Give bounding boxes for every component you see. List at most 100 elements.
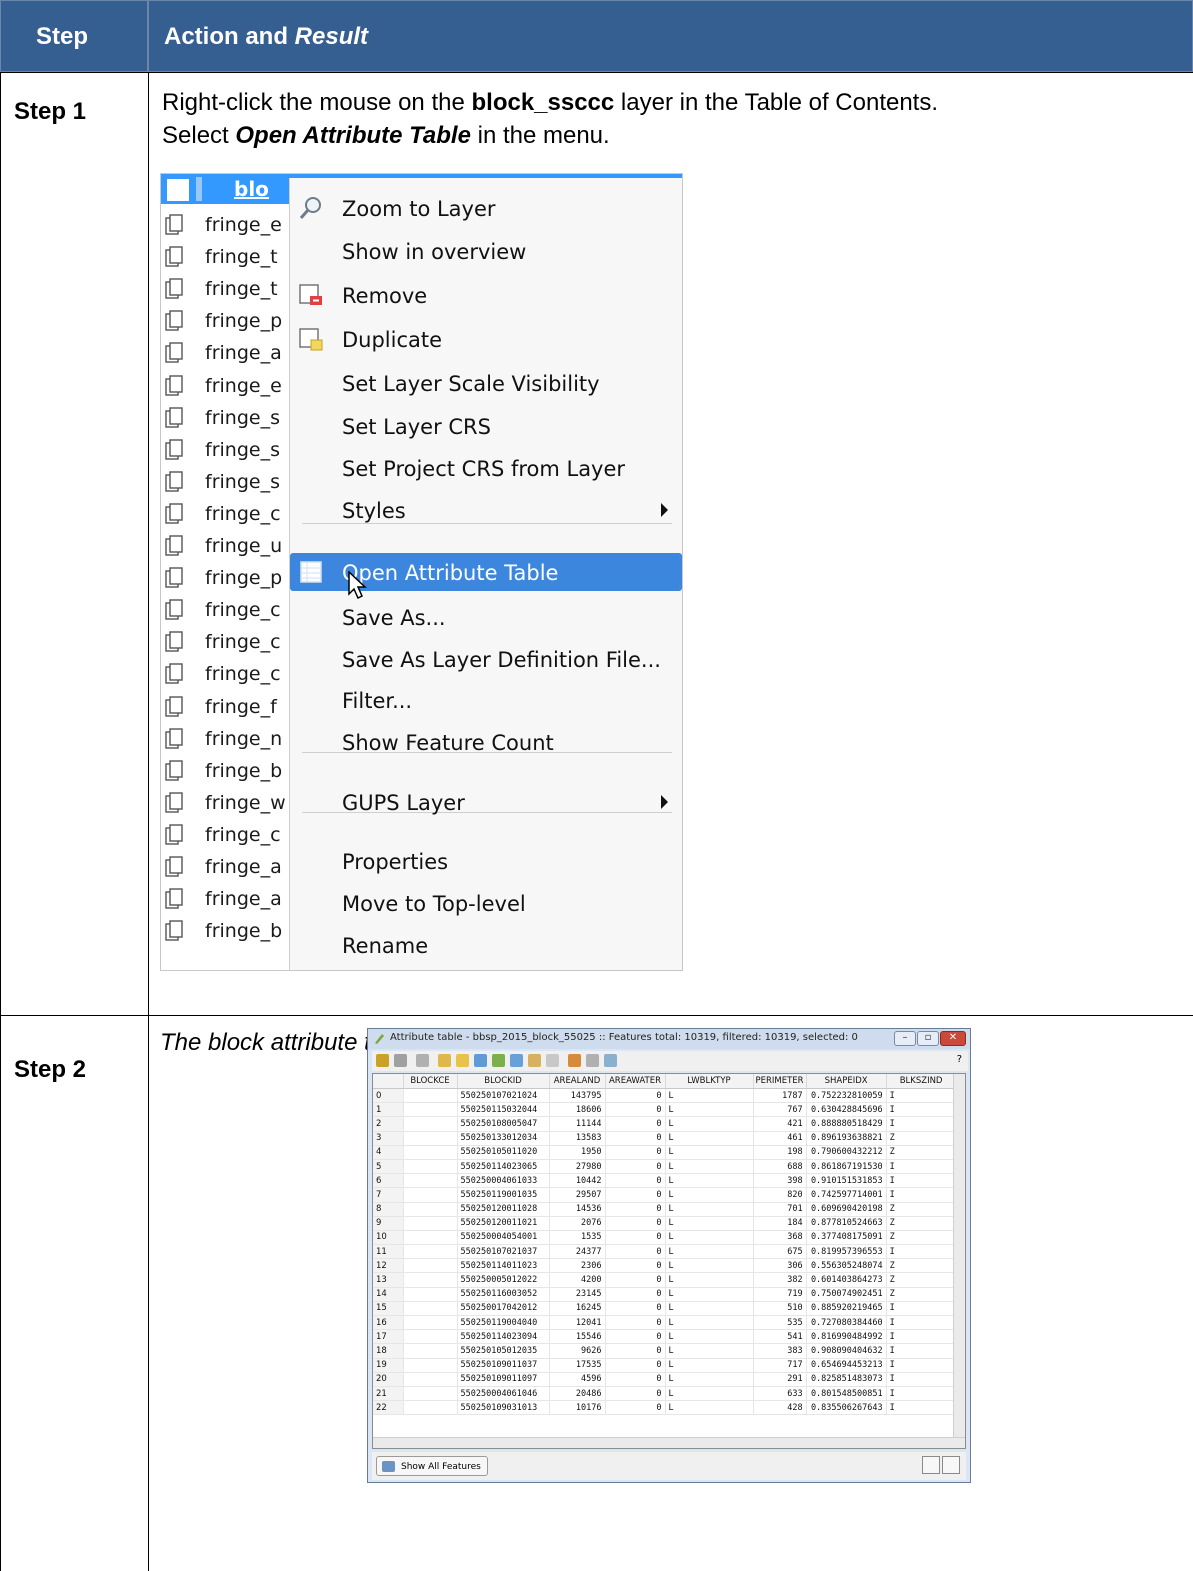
toc-layer-item[interactable]: fringe_t bbox=[161, 274, 291, 306]
menu-item-duplicate[interactable]: Duplicate bbox=[290, 320, 682, 358]
row-index[interactable]: 15 bbox=[373, 1301, 404, 1317]
toc-layer-item[interactable]: fringe_f bbox=[161, 692, 291, 724]
menu-item-open-attribute-table[interactable]: Open Attribute Table bbox=[290, 553, 682, 600]
toc-layer-item[interactable]: fringe_a bbox=[161, 852, 291, 884]
table-row[interactable]: 5 550250114023065 27980 0 L 688 0.861867191530… bbox=[373, 1159, 957, 1175]
move-selection-top-icon[interactable] bbox=[492, 1054, 505, 1067]
row-index[interactable]: 20 bbox=[373, 1372, 404, 1387]
row-index[interactable]: 13 bbox=[373, 1272, 404, 1288]
row-index[interactable]: 3 bbox=[373, 1131, 404, 1146]
table-row[interactable]: 6 550250004061033 10442 0 L 398 0.910151531853… bbox=[373, 1173, 957, 1189]
row-index[interactable]: 9 bbox=[373, 1216, 404, 1231]
toc-layer-item[interactable]: fringe_t bbox=[161, 242, 291, 274]
menu-item-styles[interactable]: Styles bbox=[290, 491, 682, 529]
toc-layer-item[interactable]: fringe_c bbox=[161, 627, 291, 659]
menu-item-save-as[interactable]: Save As... bbox=[290, 598, 682, 636]
table-row[interactable]: 20 550250109011097 4596 0 L 291 0.825851483073… bbox=[373, 1372, 957, 1387]
show-all-features-button[interactable]: Show All Features bbox=[376, 1456, 488, 1476]
horizontal-scrollbar[interactable] bbox=[373, 1437, 965, 1448]
menu-item-rename[interactable]: Rename bbox=[290, 926, 682, 964]
form-view-button[interactable] bbox=[942, 1456, 960, 1474]
toc-layer-item[interactable]: fringe_c bbox=[161, 820, 291, 852]
toc-layer-item[interactable]: fringe_e bbox=[161, 210, 291, 242]
delete-selected-icon[interactable] bbox=[416, 1054, 429, 1067]
row-index[interactable]: 4 bbox=[373, 1145, 404, 1160]
row-index[interactable]: 17 bbox=[373, 1329, 404, 1345]
select-expression-icon[interactable] bbox=[438, 1054, 451, 1067]
row-index[interactable]: 21 bbox=[373, 1386, 404, 1402]
row-index[interactable]: 18 bbox=[373, 1343, 404, 1359]
column-header[interactable]: BLKSZIND bbox=[886, 1074, 957, 1089]
table-row[interactable]: 11 550250107021037 24377 0 L 675 0.81995739655… bbox=[373, 1244, 957, 1260]
table-row[interactable]: 17 550250114023094 15546 0 L 541 0.81699048499… bbox=[373, 1329, 957, 1345]
row-index[interactable]: 16 bbox=[373, 1315, 404, 1331]
menu-item-gups-layer[interactable]: GUPS Layer bbox=[290, 783, 682, 821]
table-row[interactable]: 14 550250116003052 23145 0 L 719 0.75007490245… bbox=[373, 1287, 957, 1302]
toc-layer-item[interactable]: fringe_n bbox=[161, 724, 291, 756]
help-label[interactable]: ? bbox=[957, 1054, 962, 1065]
toc-layer-item[interactable]: fringe_b bbox=[161, 916, 291, 948]
toc-layer-item[interactable]: fringe_e bbox=[161, 371, 291, 403]
menu-item-zoom-to-layer[interactable]: Zoom to Layer bbox=[290, 189, 682, 227]
row-index[interactable]: 14 bbox=[373, 1287, 404, 1302]
row-index[interactable]: 0 bbox=[373, 1088, 404, 1104]
menu-item-show-in-overview[interactable]: Show in overview bbox=[290, 232, 682, 270]
table-row[interactable]: 21 550250004061046 20486 0 L 633 0.80154850085… bbox=[373, 1386, 957, 1402]
table-row[interactable]: 8 550250120011028 14536 0 L 701 0.609690420198… bbox=[373, 1202, 957, 1217]
table-view-button[interactable] bbox=[922, 1456, 940, 1474]
toggle-editing-icon[interactable] bbox=[376, 1054, 389, 1067]
row-index[interactable]: 6 bbox=[373, 1173, 404, 1189]
table-row[interactable]: 18 550250105012035 9626 0 L 383 0.908090404632… bbox=[373, 1343, 957, 1359]
toc-layer-item[interactable]: fringe_p bbox=[161, 563, 291, 595]
row-index[interactable]: 1 bbox=[373, 1102, 404, 1118]
new-column-icon[interactable] bbox=[568, 1054, 581, 1067]
table-row[interactable]: 4 550250105011020 1950 0 L 198 0.790600432212 Z bbox=[373, 1145, 957, 1160]
layer-visibility-checkbox[interactable] bbox=[167, 179, 189, 201]
menu-item-move-to-top-level[interactable]: Move to Top-level bbox=[290, 884, 682, 922]
table-row[interactable]: 2 550250108005047 11144 0 L 421 0.888880518429… bbox=[373, 1116, 957, 1132]
menu-item-save-as-layer-definition-file[interactable]: Save As Layer Definition File... bbox=[290, 640, 682, 678]
zoom-to-selected-icon[interactable] bbox=[528, 1054, 541, 1067]
row-index[interactable]: 10 bbox=[373, 1230, 404, 1246]
row-index[interactable]: 5 bbox=[373, 1159, 404, 1175]
row-index[interactable]: 11 bbox=[373, 1244, 404, 1260]
toc-layer-item[interactable]: fringe_c bbox=[161, 595, 291, 627]
maximize-button[interactable]: ▫ bbox=[917, 1031, 939, 1046]
toc-layer-item[interactable]: fringe_p bbox=[161, 306, 291, 338]
column-header[interactable]: BLOCKID bbox=[457, 1074, 550, 1089]
row-index[interactable]: 22 bbox=[373, 1400, 404, 1416]
table-row[interactable]: 1 550250115032044 18606 0 L 767 0.630428845696… bbox=[373, 1102, 957, 1118]
delete-column-icon[interactable] bbox=[586, 1054, 599, 1067]
toc-layer-item[interactable]: fringe_s bbox=[161, 435, 291, 467]
table-row[interactable]: 0 550250107021024 143795 0 L 1787 0.7522328100… bbox=[373, 1088, 957, 1104]
row-index[interactable]: 7 bbox=[373, 1187, 404, 1203]
column-header[interactable]: AREAWATER bbox=[605, 1074, 666, 1089]
menu-item-set-layer-crs[interactable]: Set Layer CRS bbox=[290, 407, 682, 445]
menu-item-filter[interactable]: Filter... bbox=[290, 681, 682, 719]
table-row[interactable]: 16 550250119004040 12041 0 L 535 0.72708038446… bbox=[373, 1315, 957, 1331]
menu-item-set-layer-scale-visibility[interactable]: Set Layer Scale Visibility bbox=[290, 364, 682, 402]
table-row[interactable]: 12 550250114011023 2306 0 L 306 0.556305248074… bbox=[373, 1258, 957, 1274]
toc-layer-item[interactable]: fringe_s bbox=[161, 467, 291, 499]
invert-selection-icon[interactable] bbox=[474, 1054, 487, 1067]
copy-rows-icon[interactable] bbox=[546, 1054, 559, 1067]
table-row[interactable]: 15 550250017042012 16245 0 L 510 0.88592021946… bbox=[373, 1301, 957, 1317]
toc-layer-item[interactable]: fringe_w bbox=[161, 788, 291, 820]
save-edits-icon[interactable] bbox=[394, 1054, 407, 1067]
column-header[interactable]: PERIMETER bbox=[753, 1074, 807, 1089]
menu-item-remove[interactable]: Remove bbox=[290, 276, 682, 314]
toc-layer-item[interactable]: fringe_c bbox=[161, 499, 291, 531]
column-header[interactable]: AREALAND bbox=[549, 1074, 606, 1089]
table-row[interactable]: 3 550250133012034 13583 0 L 461 0.896193638821… bbox=[373, 1131, 957, 1146]
table-row[interactable]: 9 550250120011021 2076 0 L 184 0.877810524663 Z bbox=[373, 1216, 957, 1231]
column-header[interactable]: BLOCKCE bbox=[403, 1074, 458, 1089]
row-index[interactable]: 8 bbox=[373, 1202, 404, 1217]
row-index[interactable]: 12 bbox=[373, 1258, 404, 1274]
row-index[interactable]: 19 bbox=[373, 1358, 404, 1373]
pan-to-selected-icon[interactable] bbox=[510, 1054, 523, 1067]
vertical-scrollbar[interactable] bbox=[953, 1074, 965, 1448]
toc-layer-item[interactable]: fringe_a bbox=[161, 884, 291, 916]
column-header[interactable]: LWBLKTYP bbox=[665, 1074, 754, 1089]
close-button[interactable]: ✕ bbox=[940, 1031, 966, 1046]
select-all-icon[interactable] bbox=[456, 1054, 469, 1067]
